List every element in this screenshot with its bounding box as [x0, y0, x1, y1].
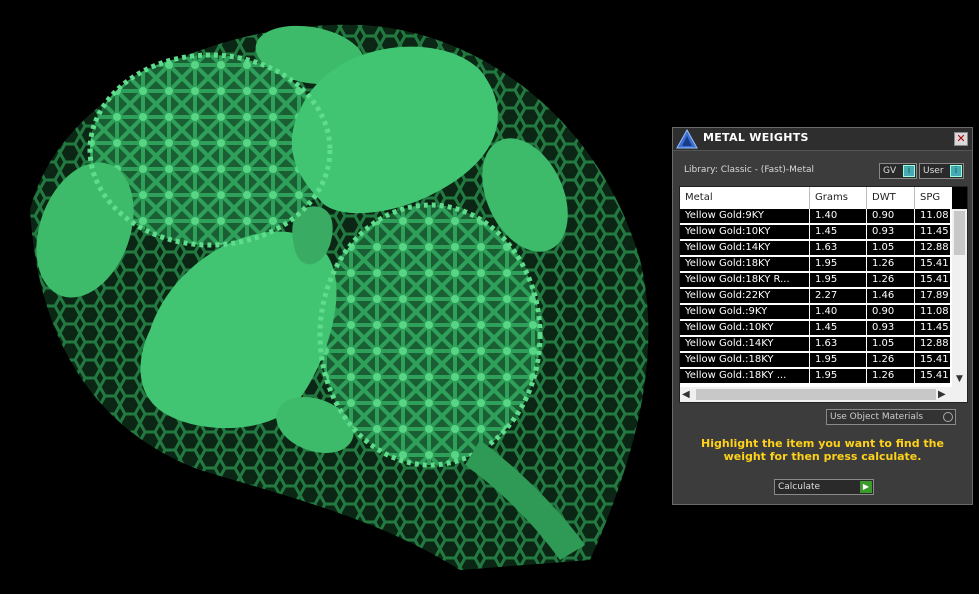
instruction-text: Highlight the item you want to find the …	[701, 437, 944, 463]
play-arrow-icon: ▶	[860, 481, 872, 493]
spg-cell: 17.89	[920, 290, 949, 301]
table-row[interactable]: Yellow Gold:10KY 1.45 0.93 11.45	[680, 225, 950, 240]
grams-cell: 2.27	[810, 289, 867, 304]
metal-cell: Yellow Gold.:10KY	[680, 321, 810, 336]
radio-icon[interactable]	[943, 412, 953, 422]
unit-toggle-label: GV	[883, 166, 897, 176]
metal-cell: Yellow Gold:9KY	[680, 209, 810, 224]
dwt-cell: 0.93	[867, 225, 915, 240]
table-row[interactable]: Yellow Gold.:10KY 1.45 0.93 11.45	[680, 321, 950, 336]
scope-toggle-label: User	[923, 166, 944, 176]
grams-cell: 1.63	[810, 241, 867, 256]
use-object-materials-toggle[interactable]: Use Object Materials	[826, 409, 956, 425]
table-row[interactable]: Yellow Gold.:18KY 1.95 1.26 15.41	[680, 353, 950, 368]
table-row[interactable]: Yellow Gold:22KY 2.27 1.46 17.89	[680, 289, 950, 304]
unit-toggle[interactable]: GV i	[879, 163, 917, 179]
scrollbar-header-cap	[952, 187, 967, 209]
column-header-metal[interactable]: Metal	[680, 187, 810, 209]
dwt-cell: 0.90	[867, 209, 915, 224]
chevron-right-icon[interactable]: ▶	[938, 387, 950, 402]
grams-cell: 1.45	[810, 321, 867, 336]
horizontal-scroll-thumb[interactable]	[696, 389, 936, 400]
dwt-cell: 0.90	[867, 305, 915, 320]
close-icon[interactable]: ✕	[954, 132, 968, 146]
spg-cell: 11.08	[920, 210, 949, 221]
vertical-scrollbar[interactable]: ▼	[952, 187, 967, 387]
spg-cell: 15.41	[920, 274, 949, 285]
column-header-grams[interactable]: Grams	[810, 187, 867, 209]
spg-cell: 11.45	[920, 322, 949, 333]
dwt-cell: 1.46	[867, 289, 915, 304]
table-row[interactable]: Yellow Gold.:9KY 1.40 0.90 11.08	[680, 305, 950, 320]
table-row[interactable]: Yellow Gold.:14KY 1.63 1.05 12.88	[680, 337, 950, 352]
metal-cell: Yellow Gold:18KY R...	[680, 273, 810, 288]
grams-cell: 1.95	[810, 273, 867, 288]
spg-cell: 15.41	[920, 258, 949, 269]
table-row[interactable]: Yellow Gold:14KY 1.63 1.05 12.88	[680, 241, 950, 256]
metal-cell: Yellow Gold:18KY	[680, 257, 810, 272]
calculate-label: Calculate	[778, 482, 821, 492]
info-icon[interactable]: i	[903, 165, 915, 177]
vertical-scroll-thumb[interactable]	[954, 211, 965, 255]
scope-toggle[interactable]: User i	[919, 163, 964, 179]
metal-weights-panel: METAL WEIGHTS ✕ Library: Classic - (Fast…	[672, 127, 973, 505]
grams-cell: 1.95	[810, 353, 867, 368]
grams-cell: 1.95	[810, 257, 867, 272]
grams-cell: 1.40	[810, 305, 867, 320]
table-row[interactable]: Yellow Gold.:18KY ... 1.95 1.26 15.41	[680, 369, 950, 384]
spg-cell: 12.88	[920, 242, 949, 253]
column-header-spg[interactable]: SPG	[915, 187, 950, 209]
metal-cell: Yellow Gold:10KY	[680, 225, 810, 240]
table-row[interactable]: Yellow Gold:18KY 1.95 1.26 15.41	[680, 257, 950, 272]
metal-table[interactable]: Metal Grams DWT SPG Yellow Gold:9KY 1.40 0…	[679, 186, 968, 403]
grams-cell: 1.40	[810, 209, 867, 224]
spg-cell: 11.45	[920, 226, 949, 237]
chevron-down-icon[interactable]: ▼	[952, 373, 967, 385]
spg-cell: 15.41	[920, 370, 949, 381]
horizontal-scrollbar[interactable]: ◀ ▶	[680, 387, 967, 402]
metal-cell: Yellow Gold:22KY	[680, 289, 810, 304]
info-icon[interactable]: i	[950, 165, 962, 177]
chevron-left-icon[interactable]: ◀	[682, 387, 694, 402]
spg-cell: 15.41	[920, 354, 949, 365]
dwt-cell: 0.93	[867, 321, 915, 336]
library-label: Library: Classic - (Fast)-Metal	[684, 165, 815, 175]
ring-model	[30, 24, 649, 570]
grams-cell: 1.95	[810, 369, 867, 384]
table-header: Metal Grams DWT SPG	[680, 187, 950, 209]
table-row[interactable]: Yellow Gold:18KY R... 1.95 1.26 15.41	[680, 273, 950, 288]
grams-cell: 1.45	[810, 225, 867, 240]
spg-cell: 12.88	[920, 338, 949, 349]
dwt-cell: 1.26	[867, 369, 915, 384]
grams-cell: 1.63	[810, 337, 867, 352]
dwt-cell: 1.26	[867, 353, 915, 368]
dwt-cell: 1.05	[867, 241, 915, 256]
metal-cell: Yellow Gold.:14KY	[680, 337, 810, 352]
dwt-cell: 1.26	[867, 273, 915, 288]
table-row[interactable]: Yellow Gold:9KY 1.40 0.90 11.08	[680, 209, 950, 224]
column-header-dwt[interactable]: DWT	[867, 187, 915, 209]
metal-cell: Yellow Gold.:18KY	[680, 353, 810, 368]
metal-cell: Yellow Gold.:9KY	[680, 305, 810, 320]
use-object-materials-label: Use Object Materials	[830, 412, 924, 422]
dwt-cell: 1.05	[867, 337, 915, 352]
app-logo-icon	[676, 128, 698, 149]
panel-title: METAL WEIGHTS	[703, 131, 809, 144]
dwt-cell: 1.26	[867, 257, 915, 272]
spg-cell: 11.08	[920, 306, 949, 317]
metal-cell: Yellow Gold.:18KY ...	[680, 369, 810, 384]
panel-titlebar[interactable]: METAL WEIGHTS ✕	[673, 128, 972, 151]
metal-cell: Yellow Gold:14KY	[680, 241, 810, 256]
calculate-button[interactable]: Calculate ▶	[774, 479, 874, 495]
